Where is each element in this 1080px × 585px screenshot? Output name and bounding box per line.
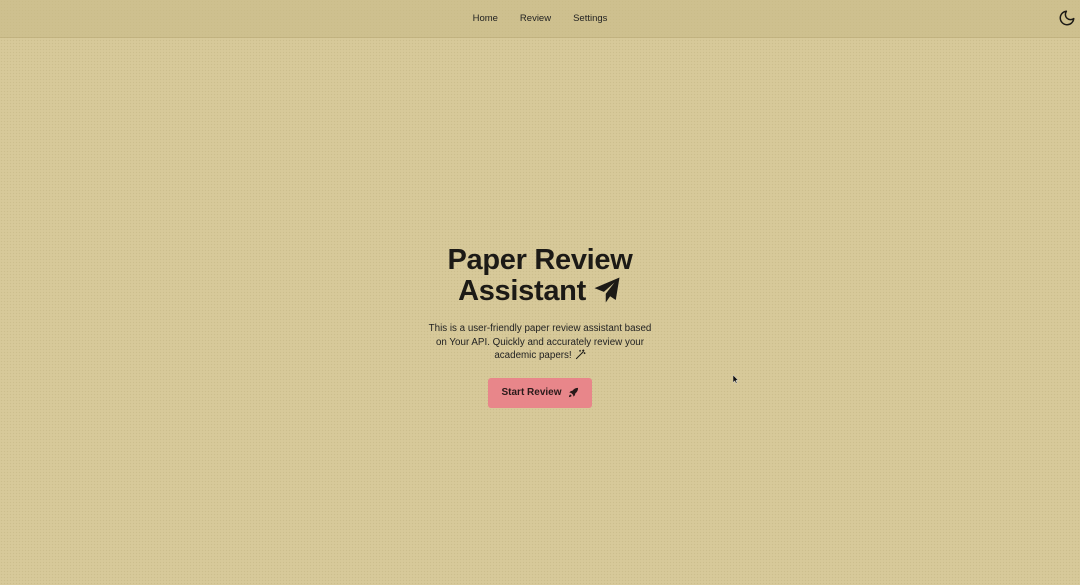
nav-settings-link[interactable]: Settings [562, 13, 618, 24]
top-navbar: Home Review Settings [0, 0, 1080, 38]
title-line-2-text: Assistant [458, 275, 586, 307]
page-title: Paper Review Assistant [0, 246, 1080, 306]
magic-wand-icon [575, 349, 586, 360]
paper-plane-icon [592, 275, 622, 305]
moon-icon [1059, 10, 1075, 26]
description-text: This is a user-friendly paper review ass… [428, 323, 652, 361]
nav-review-link[interactable]: Review [509, 13, 562, 24]
rocket-icon [568, 387, 579, 398]
hero-description: This is a user-friendly paper review ass… [425, 322, 655, 363]
mouse-cursor-icon [733, 375, 739, 384]
nav-home-link[interactable]: Home [462, 13, 509, 24]
title-line-2: Assistant [0, 275, 1080, 306]
nav-links: Home Review Settings [0, 0, 1080, 37]
theme-toggle-button[interactable] [1058, 9, 1076, 27]
hero-section: Paper Review Assistant This is a user-fr… [0, 246, 1080, 408]
title-line-1: Paper Review [447, 244, 633, 276]
start-review-button[interactable]: Start Review [488, 377, 592, 408]
start-review-label: Start Review [501, 387, 562, 398]
